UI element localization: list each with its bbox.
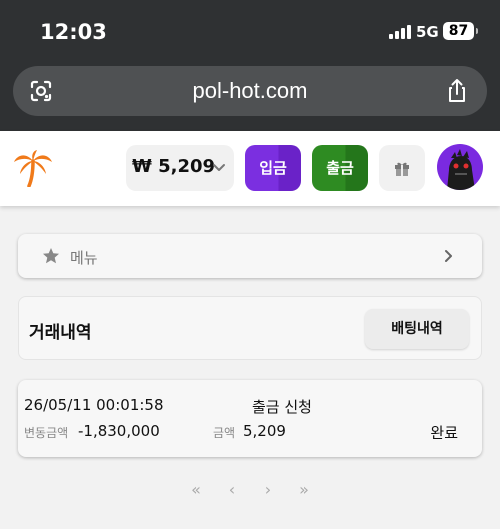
transaction-row[interactable]: 26/05/11 00:01:58 출금 신청 변동금액 -1,830,000 … bbox=[18, 380, 482, 457]
change-amount-label: 변동금액 bbox=[24, 426, 69, 440]
change-amount-value: -1,830,000 bbox=[78, 422, 160, 440]
url-text[interactable]: pol-hot.com bbox=[13, 78, 487, 104]
betting-history-button[interactable]: 배팅내역 bbox=[365, 309, 469, 349]
deposit-button[interactable]: 입금 bbox=[245, 145, 301, 191]
browser-chrome: 12:03 5G 87 pol-hot.com bbox=[0, 0, 500, 131]
menu-label: 메뉴 bbox=[70, 249, 98, 267]
first-page-button[interactable]: « bbox=[186, 480, 206, 499]
gift-icon bbox=[395, 162, 409, 176]
balance-amount: ₩ 5,209 bbox=[132, 156, 216, 177]
withdraw-button[interactable]: 출금 bbox=[312, 145, 368, 191]
amount-value: 5,209 bbox=[243, 422, 286, 440]
signal-icon bbox=[389, 25, 411, 39]
avatar[interactable] bbox=[437, 144, 483, 190]
battery-icon: 87 bbox=[443, 22, 478, 40]
address-bar[interactable]: pol-hot.com bbox=[13, 66, 487, 116]
amount-label: 금액 bbox=[213, 426, 236, 440]
transaction-type: 출금 신청 bbox=[252, 398, 312, 416]
star-icon bbox=[43, 248, 59, 264]
site-header: ₩ 5,209 입금 출금 bbox=[0, 131, 500, 206]
pagination: « ‹ › » bbox=[0, 480, 500, 502]
balance-dropdown[interactable]: ₩ 5,209 bbox=[126, 145, 234, 191]
monster-avatar-icon bbox=[447, 149, 475, 190]
transaction-datetime: 26/05/11 00:01:58 bbox=[24, 396, 164, 414]
clock: 12:03 bbox=[40, 20, 107, 44]
transaction-history-header: 거래내역 배팅내역 bbox=[18, 296, 482, 360]
menu-toggle[interactable]: 메뉴 bbox=[18, 234, 482, 278]
chevron-down-icon bbox=[213, 164, 225, 171]
chevron-right-icon bbox=[445, 250, 452, 262]
palm-tree-logo[interactable] bbox=[12, 149, 54, 187]
next-page-button[interactable]: › bbox=[258, 480, 278, 499]
status-bar: 12:03 5G 87 bbox=[0, 0, 500, 62]
gift-button[interactable] bbox=[379, 145, 425, 191]
status-badge: 완료 bbox=[430, 424, 458, 442]
share-icon[interactable] bbox=[445, 78, 469, 104]
page-title: 거래내역 bbox=[29, 323, 92, 343]
prev-page-button[interactable]: ‹ bbox=[222, 480, 242, 499]
network-type: 5G bbox=[416, 23, 439, 41]
last-page-button[interactable]: » bbox=[294, 480, 314, 499]
